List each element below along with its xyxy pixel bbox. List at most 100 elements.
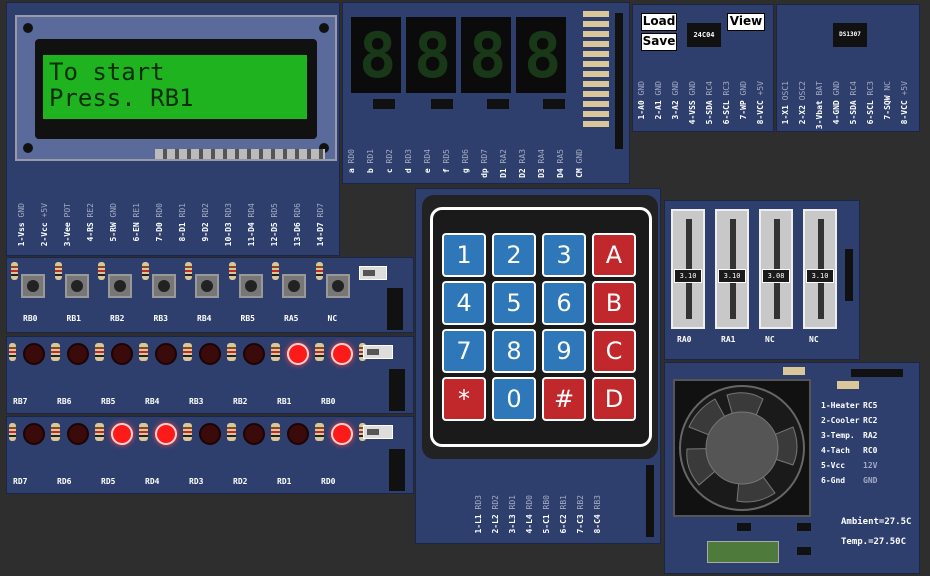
led-rd3 bbox=[199, 423, 221, 445]
rtc-chip: DS1307 bbox=[833, 23, 867, 47]
resistor bbox=[54, 262, 62, 280]
key-b[interactable]: B bbox=[592, 281, 636, 325]
key-1[interactable]: 1 bbox=[442, 233, 486, 277]
key-0[interactable]: 0 bbox=[492, 377, 536, 421]
led-rb6 bbox=[67, 343, 89, 365]
led-label: RD7 bbox=[13, 477, 28, 486]
pin-name: 12-D5 bbox=[270, 222, 279, 247]
key-5[interactable]: 5 bbox=[492, 281, 536, 325]
view-button[interactable]: View bbox=[727, 13, 765, 31]
pin-spacer bbox=[576, 509, 585, 514]
pin-value: RA5 bbox=[556, 149, 565, 164]
pin-spacer bbox=[247, 217, 256, 222]
resistor bbox=[229, 343, 236, 361]
pin-spacer bbox=[866, 95, 875, 100]
pin-value: RD5 bbox=[270, 203, 279, 218]
push-button-rb0[interactable] bbox=[21, 274, 45, 298]
push-button-ra5[interactable] bbox=[282, 274, 306, 298]
eeprom-chip-label: 24C04 bbox=[693, 31, 715, 39]
pin-name: dp bbox=[480, 168, 489, 178]
pin-label: D3 RA4 bbox=[537, 149, 546, 178]
resistor bbox=[273, 423, 280, 441]
push-button-nc[interactable] bbox=[325, 274, 350, 298]
resistor bbox=[53, 343, 60, 361]
pin-value: RB3 bbox=[593, 495, 602, 510]
pin-spacer bbox=[270, 217, 279, 222]
key-6[interactable]: 6 bbox=[542, 281, 586, 325]
lcd-mount-hole bbox=[23, 143, 33, 153]
resistor bbox=[185, 262, 192, 280]
led-label: RB3 bbox=[189, 397, 204, 406]
pin-label: 5-SDA RC4 bbox=[849, 81, 858, 124]
pin-label: a RD0 bbox=[347, 149, 356, 173]
pot-value[interactable]: 3.10 bbox=[674, 268, 702, 283]
load-button[interactable]: Load bbox=[641, 13, 677, 31]
led-d-switch[interactable] bbox=[363, 425, 393, 439]
button-label: NC bbox=[327, 314, 338, 323]
pin-spacer bbox=[883, 91, 892, 96]
led-b-header bbox=[389, 369, 405, 411]
key-7[interactable]: 7 bbox=[442, 329, 486, 373]
pin-name: f bbox=[442, 168, 451, 174]
led-rb7 bbox=[23, 343, 45, 365]
pot-value[interactable]: 3.08 bbox=[762, 268, 790, 283]
transistor bbox=[373, 99, 395, 109]
save-button[interactable]: Save bbox=[641, 33, 677, 51]
pin-label: 11-D4 RD4 bbox=[247, 203, 256, 246]
lcd-mount-hole bbox=[319, 23, 329, 33]
pin-name: 4-RS bbox=[86, 222, 95, 242]
key-9[interactable]: 9 bbox=[542, 329, 586, 373]
led-rb1 bbox=[287, 343, 309, 365]
dip-switch[interactable] bbox=[359, 266, 387, 280]
heater-pin-name: 2-Cooler bbox=[821, 416, 860, 425]
key-hash[interactable]: # bbox=[542, 377, 586, 421]
key-8[interactable]: 8 bbox=[492, 329, 536, 373]
pin-name: 2-A1 bbox=[654, 100, 663, 120]
pin-label: 1-X1 OSC1 bbox=[781, 81, 790, 124]
pin-value: RC4 bbox=[849, 81, 858, 96]
push-button-rb1[interactable] bbox=[64, 274, 89, 298]
resistor bbox=[53, 423, 60, 441]
pin-label: 9-D2 RD2 bbox=[201, 203, 210, 242]
pin-spacer bbox=[40, 217, 49, 222]
pin-spacer bbox=[442, 163, 451, 168]
pin-label: 5-SDA RC4 bbox=[705, 81, 714, 124]
pot-label: NC bbox=[809, 335, 819, 344]
pin-spacer bbox=[293, 217, 302, 222]
pin-name: 3-Vee bbox=[63, 222, 72, 247]
potentiometer-4[interactable]: 3.10 bbox=[803, 209, 837, 329]
potentiometer-3[interactable]: 3.08 bbox=[759, 209, 793, 329]
key-star[interactable]: * bbox=[442, 377, 486, 421]
pin-value: RD0 bbox=[347, 149, 356, 164]
pot-value[interactable]: 3.10 bbox=[806, 268, 834, 283]
pin-value: +5V bbox=[40, 203, 49, 218]
heater-pin-value: GND bbox=[863, 476, 878, 485]
pin-name: CM bbox=[575, 168, 584, 178]
lcd-line-2: Press. RB1 bbox=[49, 84, 194, 112]
key-2[interactable]: 2 bbox=[492, 233, 536, 277]
fan[interactable] bbox=[673, 379, 811, 517]
pot-value[interactable]: 3.10 bbox=[718, 268, 746, 283]
pin-value: NC bbox=[883, 81, 892, 91]
potentiometer-2[interactable]: 3.10 bbox=[715, 209, 749, 329]
resistor bbox=[9, 423, 16, 441]
pin-value: GND bbox=[17, 203, 26, 218]
led-b-switch[interactable] bbox=[363, 345, 393, 359]
push-button-rb2[interactable] bbox=[108, 274, 132, 298]
push-button-rb5[interactable] bbox=[238, 274, 263, 298]
key-4[interactable]: 4 bbox=[442, 281, 486, 325]
pin-label: 2-X2 OSC2 bbox=[798, 81, 807, 124]
key-c[interactable]: C bbox=[592, 329, 636, 373]
key-3[interactable]: 3 bbox=[542, 233, 586, 277]
button-label: RB2 bbox=[110, 314, 125, 323]
led-label: RD4 bbox=[145, 477, 160, 486]
pin-value: RA3 bbox=[518, 149, 527, 164]
key-a[interactable]: A bbox=[592, 233, 636, 277]
resistor bbox=[9, 343, 16, 361]
push-button-rb4[interactable] bbox=[195, 274, 219, 298]
pin-spacer bbox=[63, 217, 72, 222]
push-button-rb3[interactable] bbox=[151, 274, 176, 298]
key-d[interactable]: D bbox=[592, 377, 636, 421]
potentiometer-1[interactable]: 3.10 bbox=[671, 209, 705, 329]
pin-value: GND bbox=[671, 81, 680, 96]
